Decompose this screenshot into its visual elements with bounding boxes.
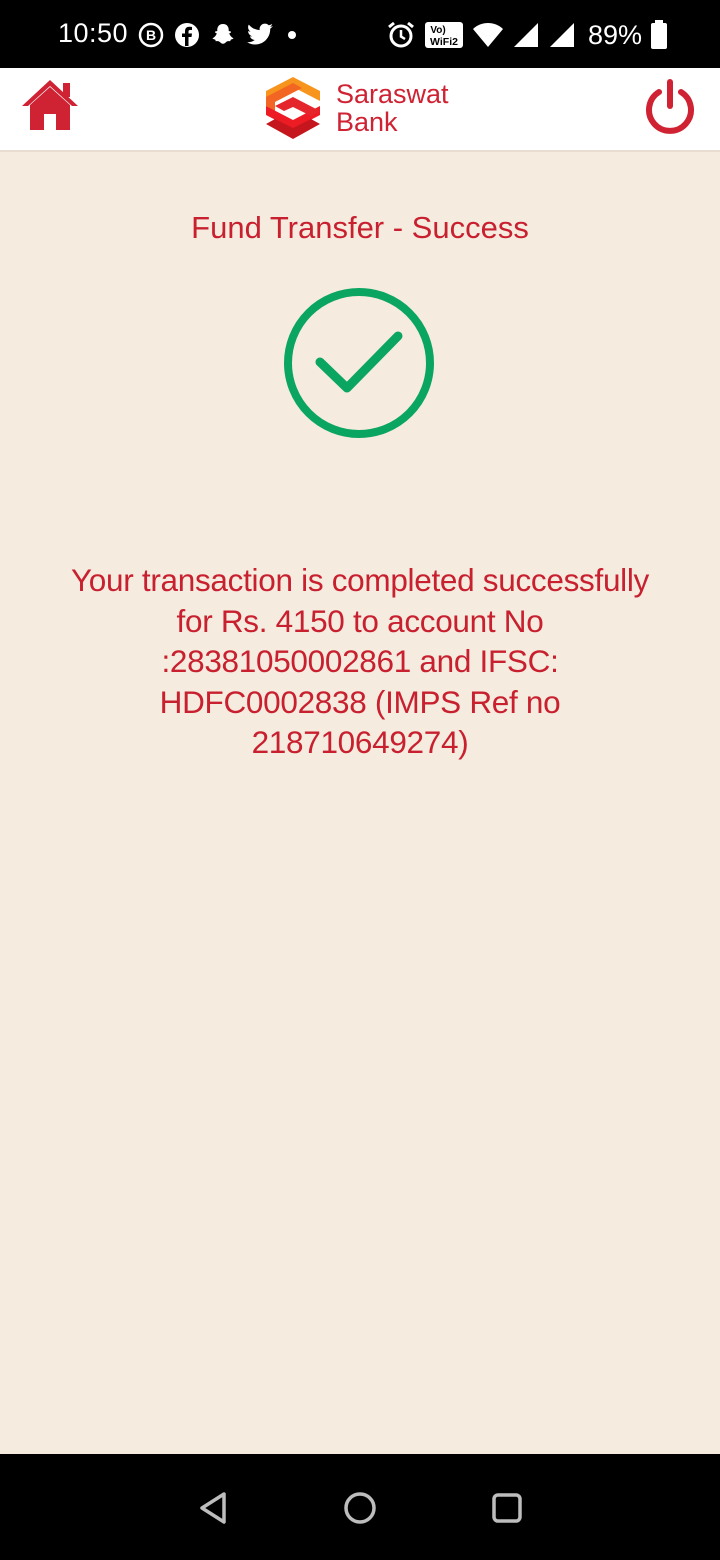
status-time: 10:50	[58, 18, 129, 48]
back-button[interactable]	[196, 1490, 232, 1526]
system-icons: Vo) WiFi2 89%	[386, 18, 668, 52]
system-nav-bar	[0, 1454, 720, 1560]
message-line: Your transaction is completed successful…	[70, 562, 650, 598]
battery-icon	[651, 20, 667, 49]
transaction-message: Your transaction is completed successful…	[30, 560, 690, 763]
vowifi-badge-bottom: WiFi2	[430, 36, 458, 48]
wifi-icon	[472, 23, 503, 47]
recents-icon	[492, 1493, 522, 1523]
home-button[interactable]	[20, 74, 80, 134]
logout-button[interactable]	[640, 78, 700, 138]
saraswat-logo-icon	[266, 77, 320, 139]
app-header: Saraswat Bank	[0, 68, 720, 152]
brand-name-line2: Bank	[336, 107, 398, 137]
vowifi-badge-top: Vo)	[430, 25, 445, 36]
home-nav-button[interactable]	[342, 1490, 378, 1526]
message-line: HDFC0002838 (IMPS Ref no	[159, 683, 561, 720]
dot-icon	[288, 31, 296, 39]
page-title: Fund Transfer - Success	[191, 210, 529, 245]
message-line: :28381050002861 and IFSC:	[161, 643, 559, 679]
battery-percent: 89%	[587, 19, 642, 50]
power-icon	[646, 79, 694, 134]
facebook-icon	[175, 23, 199, 47]
notification-icons: B	[138, 20, 300, 50]
status-bar: 10:50 B Vo) WiFi2 89%	[0, 0, 720, 68]
recents-button[interactable]	[489, 1490, 525, 1526]
home-icon	[22, 80, 78, 130]
brand-logo: Saraswat Bank	[262, 72, 449, 144]
twitter-icon	[247, 23, 273, 45]
signal-icon	[513, 23, 538, 47]
svg-text:B: B	[146, 27, 156, 43]
b-badge-icon: B	[138, 22, 164, 48]
signal-icon	[549, 23, 574, 47]
message-line: for Rs. 4150 to account No	[176, 602, 544, 639]
alarm-icon	[388, 21, 414, 48]
snapchat-icon	[212, 24, 234, 44]
vowifi-icon: Vo) WiFi2	[424, 22, 463, 48]
back-icon	[200, 1492, 226, 1524]
success-check-icon	[282, 286, 436, 440]
message-line: 218710649274)	[251, 724, 469, 760]
home-circle-icon	[344, 1492, 376, 1524]
brand-name-line1: Saraswat	[336, 79, 449, 109]
